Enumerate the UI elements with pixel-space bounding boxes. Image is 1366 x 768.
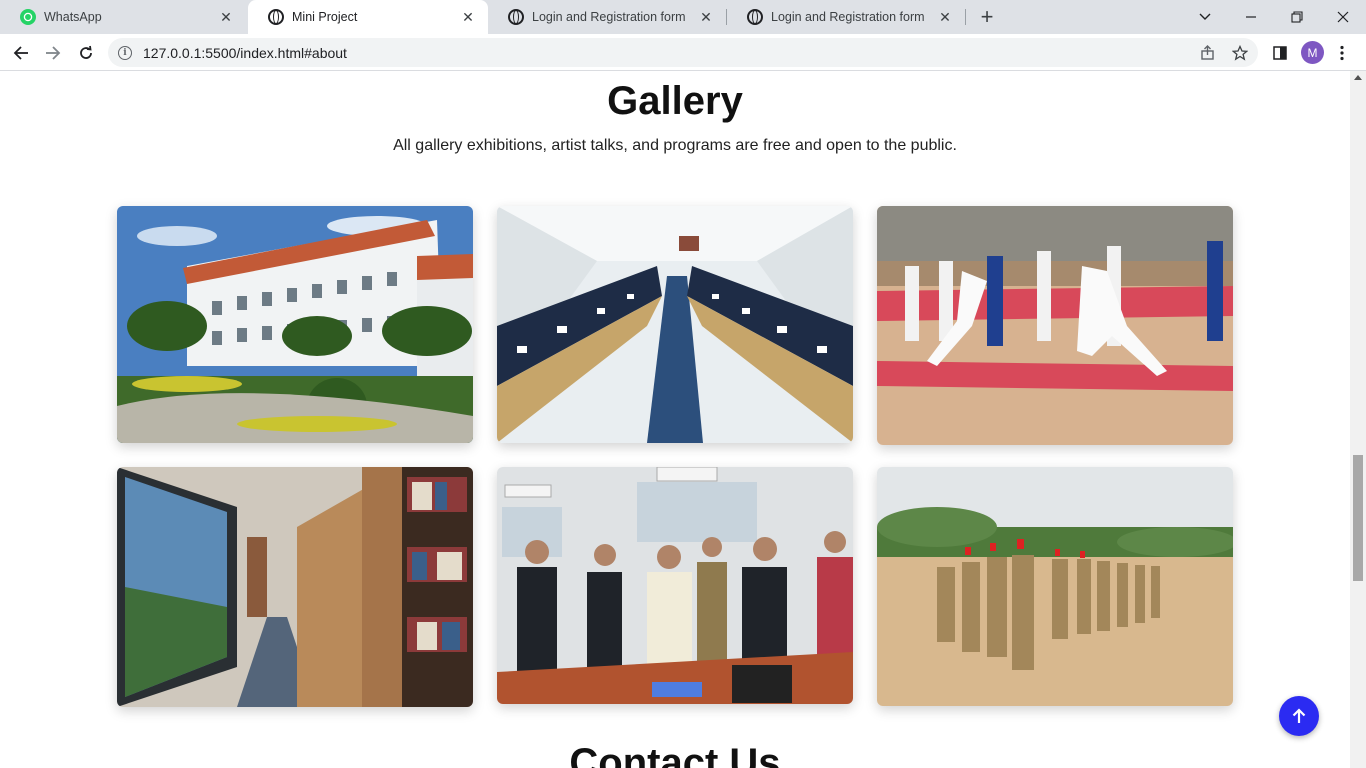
- menu-icon[interactable]: [1329, 40, 1355, 66]
- fencing-photo: [877, 206, 1233, 445]
- globe-icon: [747, 9, 763, 25]
- tab-title: Mini Project: [292, 10, 358, 24]
- tab-title: Login and Registration form: [532, 10, 686, 24]
- address-bar[interactable]: i 127.0.0.1:5500/index.html#about: [108, 38, 1258, 67]
- minimize-button[interactable]: [1228, 0, 1274, 34]
- inauguration-photo: [497, 467, 853, 704]
- gallery-image-library[interactable]: [117, 467, 473, 707]
- star-icon[interactable]: [1227, 40, 1253, 66]
- tab-title: Login and Registration form: [771, 10, 925, 24]
- parade-photo: [877, 467, 1233, 706]
- side-panel-icon[interactable]: [1267, 40, 1293, 66]
- tab-search-button[interactable]: [1182, 0, 1228, 34]
- forward-button[interactable]: [40, 40, 66, 66]
- library-photo: [117, 467, 473, 707]
- back-button[interactable]: [8, 40, 34, 66]
- gallery-image-computer-lab[interactable]: [497, 206, 853, 443]
- page-viewport: Gallery All gallery exhibitions, artist …: [0, 71, 1350, 768]
- tab-login-form-2[interactable]: Login and Registration form ✕: [727, 0, 965, 34]
- gallery-title: Gallery: [607, 79, 743, 123]
- gallery-image-fencing[interactable]: [877, 206, 1233, 445]
- globe-icon: [268, 9, 284, 25]
- gallery-image-campus[interactable]: [117, 206, 473, 443]
- arrow-up-icon: [1292, 708, 1306, 723]
- computer-lab-photo: [497, 206, 853, 443]
- tab-separator: [965, 9, 966, 25]
- new-tab-button[interactable]: +: [976, 6, 998, 28]
- close-window-button[interactable]: [1320, 0, 1366, 34]
- campus-photo: [117, 206, 473, 443]
- close-icon[interactable]: ✕: [698, 9, 714, 25]
- gallery-subtitle: All gallery exhibitions, artist talks, a…: [393, 137, 957, 154]
- tab-login-form[interactable]: Login and Registration form ✕: [488, 0, 726, 34]
- page-scrollbar[interactable]: [1350, 71, 1366, 768]
- tab-title: WhatsApp: [44, 10, 102, 24]
- reload-button[interactable]: [73, 40, 99, 66]
- contact-title: Contact Us: [569, 741, 781, 768]
- scroll-to-top-button[interactable]: [1279, 696, 1319, 736]
- tab-whatsapp[interactable]: WhatsApp ✕: [0, 0, 246, 34]
- scrollbar-thumb[interactable]: [1353, 455, 1363, 581]
- info-icon[interactable]: i: [118, 45, 132, 60]
- whatsapp-icon: [20, 9, 36, 25]
- close-icon[interactable]: ✕: [218, 9, 234, 25]
- scroll-up-arrow-icon[interactable]: [1354, 75, 1362, 80]
- browser-tab-strip: WhatsApp ✕ Mini Project ✕ Login and Regi…: [0, 0, 1366, 34]
- globe-icon: [508, 9, 524, 25]
- close-icon[interactable]: ✕: [937, 9, 953, 25]
- gallery-image-inauguration[interactable]: [497, 467, 853, 704]
- restore-button[interactable]: [1274, 0, 1320, 34]
- avatar[interactable]: M: [1301, 41, 1324, 64]
- share-icon[interactable]: [1195, 40, 1221, 66]
- gallery-image-parade[interactable]: [877, 467, 1233, 706]
- browser-toolbar: i 127.0.0.1:5500/index.html#about M: [0, 34, 1366, 71]
- close-icon[interactable]: ✕: [460, 9, 476, 25]
- url-text: 127.0.0.1:5500/index.html#about: [143, 44, 347, 61]
- tab-mini-project[interactable]: Mini Project ✕: [248, 0, 488, 34]
